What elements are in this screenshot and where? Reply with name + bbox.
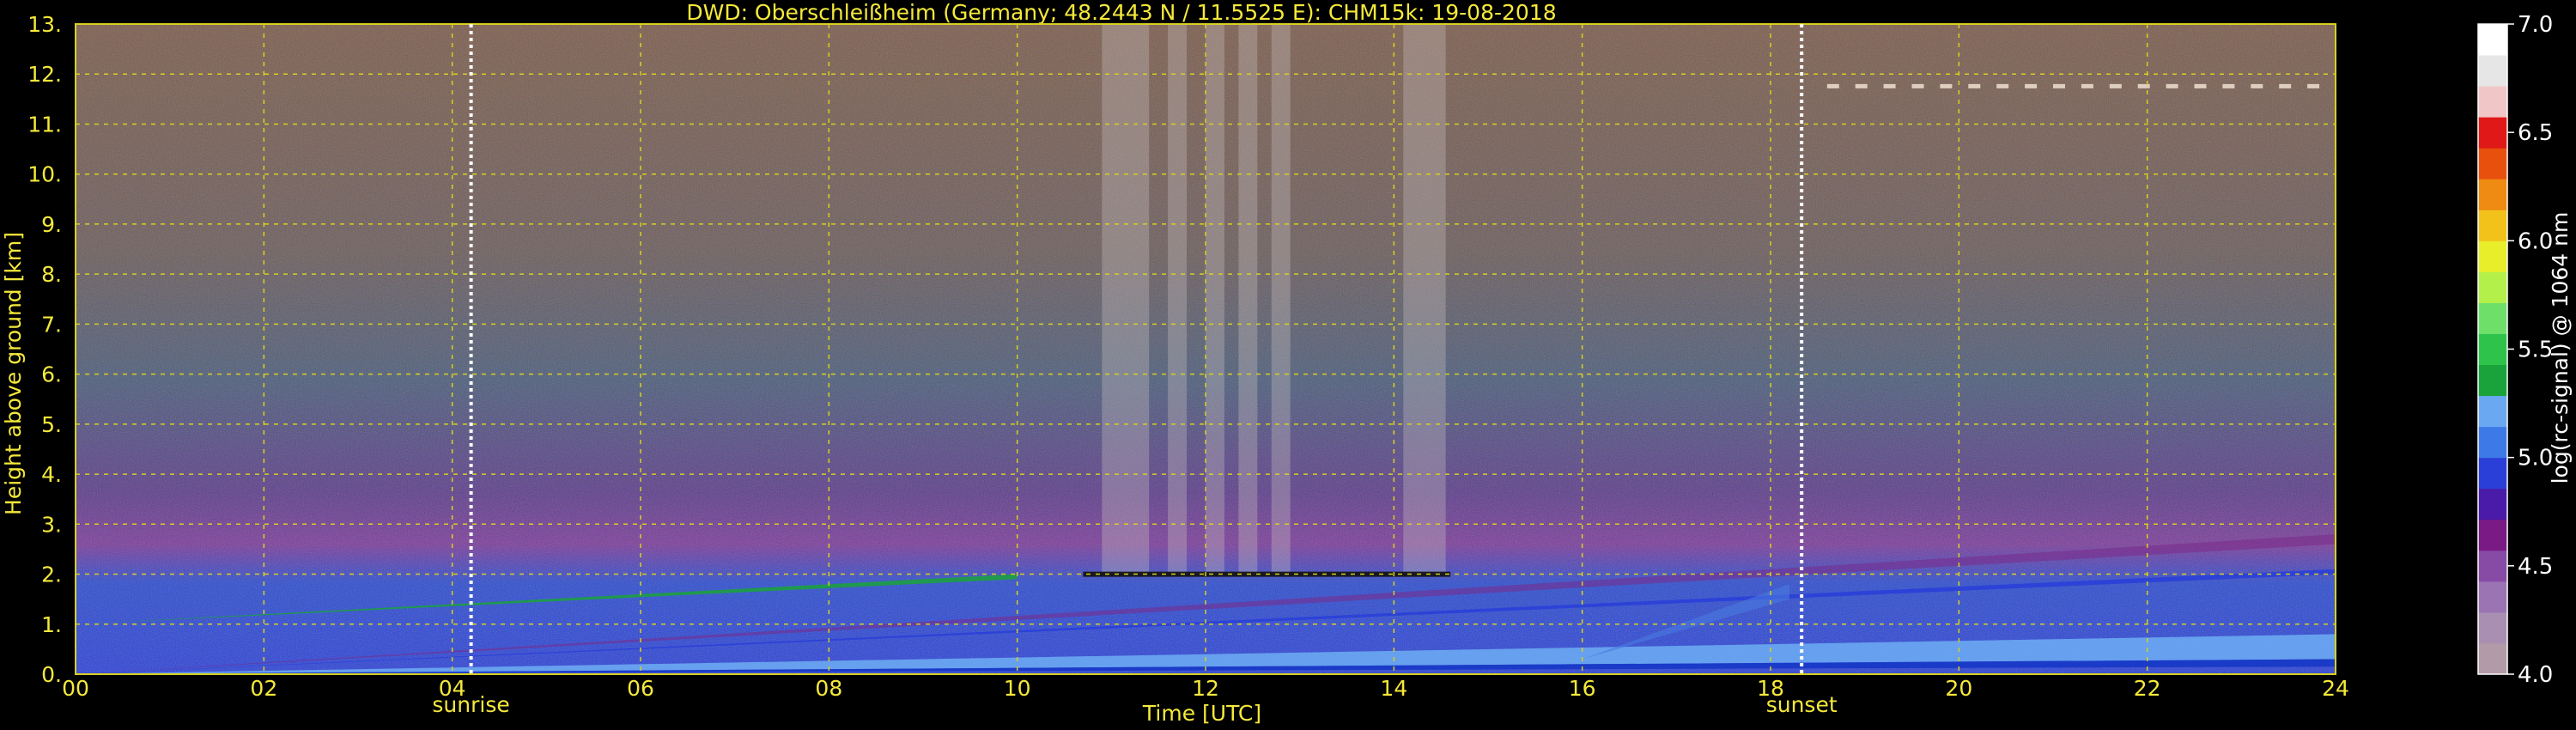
colorbar-segment bbox=[2478, 457, 2507, 490]
x-tick-label: 24 bbox=[2322, 676, 2349, 701]
colorbar: 4.04.55.05.56.06.57.0 bbox=[2477, 12, 2553, 688]
colorbar-tick-label: 6.5 bbox=[2518, 120, 2553, 146]
cirrus-patch bbox=[2307, 83, 2320, 88]
y-tick-label: 3. bbox=[41, 512, 62, 537]
cirrus-patch bbox=[2081, 83, 2093, 88]
cirrus-patch bbox=[2025, 83, 2038, 88]
colorbar-segment bbox=[2478, 240, 2507, 272]
x-axis-label: Time [UTC] bbox=[1142, 701, 1261, 726]
x-tick-label: 06 bbox=[627, 676, 654, 701]
colorbar-segment bbox=[2478, 364, 2507, 397]
chart-title: DWD: Oberschleißheim (Germany; 48.2443 N… bbox=[686, 0, 1556, 25]
cloud-column bbox=[1271, 24, 1291, 575]
x-tick-label: 12 bbox=[1192, 676, 1219, 701]
colorbar-segment bbox=[2478, 395, 2507, 428]
colorbar-segment bbox=[2478, 117, 2507, 149]
colorbar-segment bbox=[2478, 488, 2507, 520]
y-tick-label: 2. bbox=[41, 563, 62, 587]
colorbar-label: log(rc-signal) @ 1064 nm bbox=[2548, 212, 2573, 484]
colorbar-segment bbox=[2478, 271, 2507, 303]
y-tick-label: 8. bbox=[41, 262, 62, 287]
colorbar-segment bbox=[2478, 611, 2507, 644]
colorbar-segment bbox=[2478, 426, 2507, 459]
y-tick-label: 11. bbox=[27, 112, 62, 137]
colorbar-segment bbox=[2478, 302, 2507, 334]
cirrus-patch bbox=[2166, 83, 2178, 88]
x-tick-label: 14 bbox=[1380, 676, 1407, 701]
cirrus-patch bbox=[1911, 83, 1924, 88]
y-tick-label: 4. bbox=[41, 462, 62, 487]
cloud-column bbox=[1102, 24, 1150, 575]
x-tick-label: 20 bbox=[1945, 676, 1972, 701]
colorbar-segment bbox=[2478, 24, 2507, 56]
colorbar-segment bbox=[2478, 210, 2507, 241]
x-tick-label: 22 bbox=[2134, 676, 2161, 701]
colorbar-segment bbox=[2478, 581, 2507, 613]
y-tick-label: 6. bbox=[41, 362, 62, 387]
colorbar-tick-label: 7.0 bbox=[2518, 12, 2553, 38]
cirrus-patch bbox=[2251, 83, 2263, 88]
colorbar-segment bbox=[2478, 179, 2507, 210]
y-axis-label: Height above ground [km] bbox=[1, 232, 26, 515]
cloud-column bbox=[1403, 24, 1446, 575]
cirrus-patch bbox=[2053, 83, 2065, 88]
colorbar-segment bbox=[2478, 55, 2507, 87]
cirrus-patch bbox=[1968, 83, 1981, 88]
cirrus-patch bbox=[1855, 83, 1868, 88]
y-tick-label: 9. bbox=[41, 212, 62, 237]
x-tick-label: 00 bbox=[62, 676, 89, 701]
cloud-column bbox=[1206, 24, 1224, 575]
colorbar-segment bbox=[2478, 519, 2507, 551]
y-tick-label: 1. bbox=[41, 612, 62, 637]
cirrus-patch bbox=[2137, 83, 2150, 88]
cirrus-patch bbox=[1826, 83, 1839, 88]
y-tick-label: 13. bbox=[27, 12, 62, 37]
y-tick-labels: 0. 1. 2. 3. 4. 5. 6. 7. 8. 9. 10. 11. 12. 13. bbox=[27, 12, 62, 687]
ceilometer-chart: DWD: Oberschleißheim (Germany; 48.2443 N… bbox=[1, 0, 2573, 726]
sunrise-label: sunrise bbox=[432, 692, 509, 717]
cirrus-patch bbox=[1940, 83, 1953, 88]
colorbar-segment bbox=[2478, 86, 2507, 118]
cirrus-patch bbox=[2279, 83, 2292, 88]
colorbar-segment bbox=[2478, 550, 2507, 582]
colorbar-tick-label: 4.5 bbox=[2518, 554, 2553, 580]
plot-area bbox=[75, 23, 2336, 675]
x-tick-label: 10 bbox=[1004, 676, 1031, 701]
cirrus-patch bbox=[1883, 83, 1896, 88]
x-tick-labels: 00 02 04 06 08 10 12 14 16 18 20 22 24 bbox=[62, 676, 2349, 701]
colorbar-segment bbox=[2478, 333, 2507, 366]
cirrus-patch bbox=[1996, 83, 2009, 88]
x-tick-label: 16 bbox=[1569, 676, 1596, 701]
y-tick-label: 7. bbox=[41, 312, 62, 337]
colorbar-segment bbox=[2478, 148, 2507, 179]
y-tick-label: 0. bbox=[41, 662, 62, 687]
sunset-label: sunset bbox=[1766, 692, 1838, 717]
colorbar-segment bbox=[2478, 642, 2507, 675]
y-tick-label: 10. bbox=[27, 162, 62, 187]
y-tick-label: 12. bbox=[27, 62, 62, 87]
cirrus-patch bbox=[2222, 83, 2235, 88]
x-tick-label: 08 bbox=[815, 676, 842, 701]
x-tick-label: 02 bbox=[250, 676, 277, 701]
colorbar-tick-label: 4.0 bbox=[2518, 662, 2553, 688]
cloud-column bbox=[1168, 24, 1188, 575]
cirrus-patch bbox=[2109, 83, 2122, 88]
y-tick-label: 5. bbox=[41, 412, 62, 437]
cloud-column bbox=[1238, 24, 1258, 575]
cirrus-patch bbox=[2194, 83, 2207, 88]
